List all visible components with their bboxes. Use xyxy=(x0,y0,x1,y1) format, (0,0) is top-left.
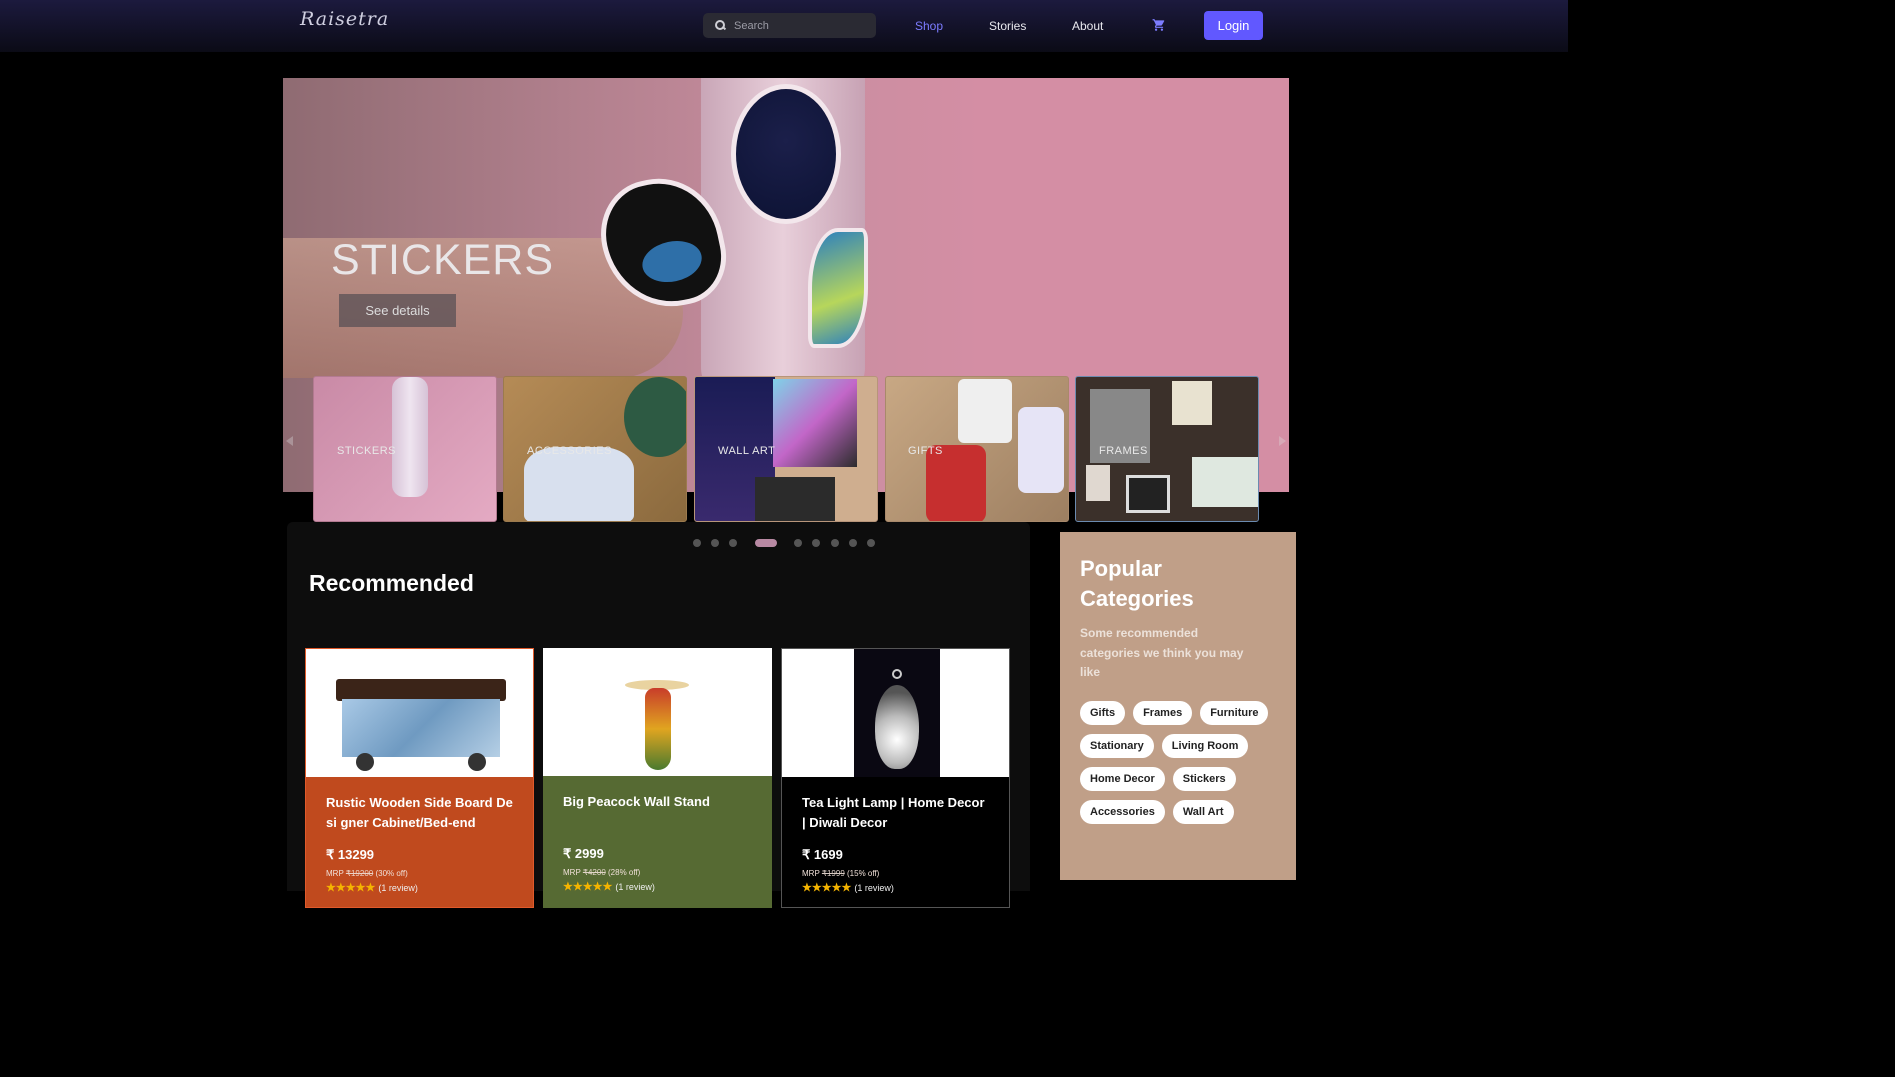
product-name[interactable]: Tea Light Lamp | Home Decor | Diwali Dec… xyxy=(802,793,991,833)
product-card[interactable]: Big Peacock Wall Stand ₹ 2999 MRP ₹4200 … xyxy=(543,648,772,908)
category-chip-gifts[interactable]: Gifts xyxy=(1080,700,1126,725)
product-image xyxy=(543,648,772,776)
category-chip-list: Gifts Frames Furniture Stationary Living… xyxy=(1080,700,1280,824)
top-navbar: Raisetra Shop Stories About Login xyxy=(0,0,1568,52)
search-input[interactable] xyxy=(734,19,864,32)
carousel-prev-arrow-icon[interactable] xyxy=(286,436,293,446)
product-card[interactable]: Rustic Wooden Side Board Desi gner Cabin… xyxy=(305,648,534,908)
product-mrp: MRP ₹1999 (15% off) xyxy=(802,869,880,878)
recommended-heading: Recommended xyxy=(309,570,474,596)
popular-categories-panel: Popular Categories Some recommended cate… xyxy=(1060,532,1296,880)
product-rating: ★★★★★ (1 review) xyxy=(802,882,894,894)
product-image xyxy=(782,649,1009,777)
thumb-label: FRAMES xyxy=(1099,445,1148,457)
category-chip-home-decor[interactable]: Home Decor xyxy=(1080,766,1165,791)
carousel-dot[interactable] xyxy=(693,539,701,547)
star-icon: ★★★★★ xyxy=(563,881,613,893)
category-chip-living-room[interactable]: Living Room xyxy=(1161,733,1249,758)
search-box[interactable] xyxy=(703,13,876,38)
product-rating: ★★★★★ (1 review) xyxy=(563,881,655,893)
thumb-label: WALL ART xyxy=(718,445,776,457)
hero-sticker-image xyxy=(731,84,841,224)
thumb-label: STICKERS xyxy=(337,445,397,457)
search-icon xyxy=(715,20,726,31)
carousel-thumb-wall-art[interactable]: WALL ART xyxy=(694,376,878,522)
product-image xyxy=(306,649,533,777)
carousel-thumb-stickers[interactable]: STICKERS xyxy=(313,376,497,522)
hero-sticker-image xyxy=(808,228,868,348)
product-price: ₹ 2999 xyxy=(563,846,604,861)
nav-link-about[interactable]: About xyxy=(1072,19,1103,33)
category-chip-wall-art[interactable]: Wall Art xyxy=(1172,799,1234,824)
nav-link-stories[interactable]: Stories xyxy=(989,19,1026,33)
carousel-dot[interactable] xyxy=(711,539,719,547)
product-name[interactable]: Big Peacock Wall Stand xyxy=(563,792,752,812)
product-card[interactable]: Tea Light Lamp | Home Decor | Diwali Dec… xyxy=(781,648,1010,908)
carousel-dot[interactable] xyxy=(849,539,857,547)
category-chip-stickers[interactable]: Stickers xyxy=(1172,766,1236,791)
category-chip-frames[interactable]: Frames xyxy=(1133,700,1193,725)
thumb-label: ACCESSORIES xyxy=(527,445,612,457)
carousel-thumb-frames[interactable]: FRAMES xyxy=(1075,376,1259,522)
star-icon: ★★★★★ xyxy=(326,882,376,894)
popular-categories-heading: Popular Categories xyxy=(1080,556,1194,611)
category-chip-furniture[interactable]: Furniture xyxy=(1200,700,1269,725)
product-price: ₹ 13299 xyxy=(326,847,375,862)
nav-link-shop[interactable]: Shop xyxy=(915,19,943,33)
carousel-dot[interactable] xyxy=(794,539,802,547)
carousel-dot[interactable] xyxy=(831,539,839,547)
carousel-thumb-accessories[interactable]: ACCESSORIES xyxy=(503,376,687,522)
carousel-dot[interactable] xyxy=(867,539,875,547)
carousel-dot[interactable] xyxy=(729,539,737,547)
category-chip-stationary[interactable]: Stationary xyxy=(1080,733,1154,758)
thumb-label: GIFTS xyxy=(908,445,943,457)
product-mrp: MRP ₹19200 (30% off) xyxy=(326,869,408,878)
product-rating: ★★★★★ (1 review) xyxy=(326,882,418,894)
carousel-dot[interactable] xyxy=(812,539,820,547)
see-details-button[interactable]: See details xyxy=(339,294,456,327)
product-price: ₹ 1699 xyxy=(802,847,843,862)
login-button[interactable]: Login xyxy=(1204,11,1263,40)
brand-logo[interactable]: Raisetra xyxy=(300,8,389,30)
product-name[interactable]: Rustic Wooden Side Board Desi gner Cabin… xyxy=(326,793,515,833)
cart-icon[interactable] xyxy=(1152,18,1166,32)
product-mrp: MRP ₹4200 (28% off) xyxy=(563,868,641,877)
category-chip-accessories[interactable]: Accessories xyxy=(1080,799,1165,824)
carousel-next-arrow-icon[interactable] xyxy=(1279,436,1286,446)
popular-categories-subtitle: Some recommended categories we think you… xyxy=(1080,626,1244,679)
star-icon: ★★★★★ xyxy=(802,882,852,894)
carousel-dot-active[interactable] xyxy=(755,539,777,547)
carousel-thumb-gifts[interactable]: GIFTS xyxy=(885,376,1069,522)
hero-title: STICKERS xyxy=(331,236,555,284)
